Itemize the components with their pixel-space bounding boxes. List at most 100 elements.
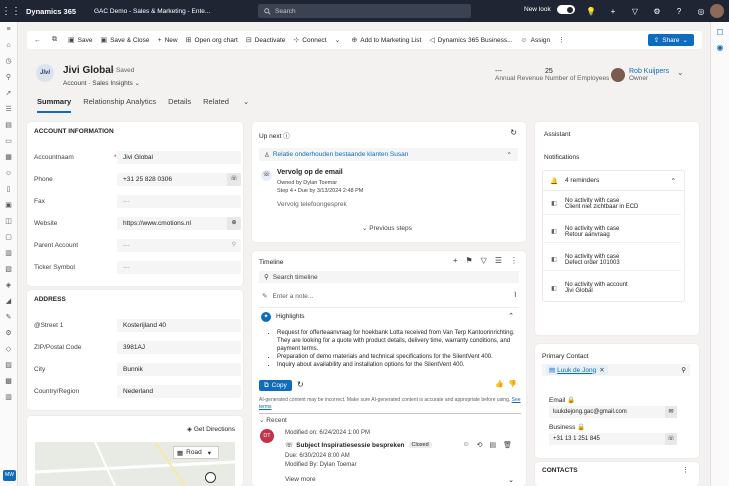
save-button[interactable]: ▣ Save xyxy=(68,36,92,45)
accounts-icon[interactable]: ▦ xyxy=(0,150,17,166)
list-icon[interactable]: ☰ xyxy=(495,256,502,265)
owner-field[interactable]: Rob Kuijpers Owner xyxy=(629,68,669,82)
filter-icon[interactable]: ▽ xyxy=(481,256,487,265)
card-icon[interactable]: ▭ xyxy=(0,134,17,150)
reminder-item[interactable]: ◧ No activity with case Defect order 10100… xyxy=(543,249,681,271)
info-icon[interactable]: ⓘ xyxy=(283,133,290,140)
more-dropdown-button[interactable]: ⌄ xyxy=(335,36,344,44)
trash-icon[interactable]: ▥ xyxy=(0,390,17,406)
document-icon[interactable]: ▯ xyxy=(0,182,17,198)
recent-group[interactable]: ⌄ Recent xyxy=(259,416,287,424)
filter-icon[interactable]: ▽ xyxy=(624,7,646,16)
timeline-search-input[interactable]: ⚲ Search timeline xyxy=(259,271,519,283)
leads-icon[interactable]: ▣ xyxy=(0,198,17,214)
copy-button[interactable]: ⧉ Copy xyxy=(259,380,292,391)
get-directions-link[interactable]: ◈ Get Directions xyxy=(187,425,235,433)
thumbs-up-icon[interactable]: 👍 xyxy=(495,380,504,388)
contacts-icon[interactable]: ☺ xyxy=(0,166,17,182)
business-card-button[interactable]: ◁ Dynamics 365 Business... xyxy=(429,36,512,45)
collapse-icon[interactable]: ⌃ xyxy=(508,312,514,320)
zip-input[interactable]: 3981AJ xyxy=(117,341,241,354)
reminder-item[interactable]: ◧ No activity with case Client niet zichtb… xyxy=(543,193,681,215)
business-phone-field[interactable]: +31 13 1 251 845 ☏ xyxy=(549,433,677,445)
recent-icon[interactable]: ◷ xyxy=(0,54,17,70)
app-name[interactable]: Dynamics 365 xyxy=(26,7,94,16)
products-icon[interactable]: ◇ xyxy=(0,342,17,358)
chat-icon[interactable]: ☐ xyxy=(711,28,729,37)
header-expand-icon[interactable]: ⌄ xyxy=(677,68,684,77)
owner-avatar[interactable] xyxy=(611,68,625,82)
search-icon[interactable]: ⚲ xyxy=(681,366,686,374)
reopen-icon[interactable]: ⟲ xyxy=(477,441,483,449)
bookmark-icon[interactable]: ⚑ xyxy=(466,256,473,265)
account-name-input[interactable]: Jivi Global xyxy=(117,151,241,164)
ticker-input[interactable]: --- xyxy=(117,261,241,274)
compass-icon[interactable] xyxy=(205,472,216,483)
tab-related[interactable]: Related ⌄ xyxy=(203,97,249,113)
phone-input[interactable]: +31 25 828 0306 ☏ xyxy=(117,173,241,186)
country-input[interactable]: Nederland xyxy=(117,385,241,398)
assign-icon[interactable]: ☺ xyxy=(462,441,469,449)
copilot-icon[interactable]: ◎ xyxy=(690,7,712,16)
help-icon[interactable]: ? xyxy=(668,7,690,16)
globe-icon[interactable]: ⊕ xyxy=(227,217,241,230)
phone-icon[interactable]: ☏ xyxy=(227,173,241,186)
insights-icon[interactable]: ◉ xyxy=(711,43,729,52)
home-icon[interactable]: ⌂ xyxy=(0,38,17,54)
tab-summary[interactable]: Summary xyxy=(37,97,72,113)
refresh-icon[interactable]: ↻ xyxy=(510,128,517,137)
connect-button[interactable]: ⊹ Connect xyxy=(293,36,326,45)
app-launcher-icon[interactable]: ⋮⋮ xyxy=(0,0,22,22)
city-input[interactable]: Bunnik xyxy=(117,363,241,376)
mail-icon[interactable]: ✉ xyxy=(665,406,677,418)
marketing-icon[interactable]: ◢ xyxy=(0,294,17,310)
more-icon[interactable]: ⋮ xyxy=(510,256,518,265)
view-more-link[interactable]: View more xyxy=(285,476,316,483)
share-button[interactable]: ⇪ Share ⌄ xyxy=(647,34,694,46)
attach-icon[interactable]: ⌇ xyxy=(514,291,517,299)
reminder-item[interactable]: ◧ No activity with account Jivi Global xyxy=(543,277,681,299)
delete-icon[interactable]: 🗑 xyxy=(503,441,512,449)
primary-contact-lookup[interactable]: ▤ Luuk de Jong ✕ ⚲ xyxy=(542,364,690,376)
add-icon[interactable]: + xyxy=(453,256,458,265)
assign-button[interactable]: ☺ Assign xyxy=(521,37,551,44)
quotes-icon[interactable]: ▢ xyxy=(0,230,17,246)
tab-details[interactable]: Details xyxy=(168,97,191,113)
orders-icon[interactable]: ▥ xyxy=(0,246,17,262)
save-close-button[interactable]: ▣ Save & Close xyxy=(100,36,149,45)
hamburger-icon[interactable]: ≡ xyxy=(0,22,17,38)
popout-button[interactable]: ⧉ xyxy=(52,36,60,44)
deactivate-button[interactable]: ⊟ Deactivate xyxy=(246,36,286,45)
settings-icon[interactable]: ⚙ xyxy=(0,326,17,342)
invoices-icon[interactable]: ▧ xyxy=(0,262,17,278)
rocket-icon[interactable]: ➚ xyxy=(0,86,17,102)
website-input[interactable]: https://www.cmotions.nl ⊕ xyxy=(117,217,241,230)
phone-icon[interactable]: ☏ xyxy=(665,433,677,445)
reminders-header[interactable]: 🔔 4 reminders ⌃ xyxy=(543,171,684,191)
opportunities-icon[interactable]: ◫ xyxy=(0,214,17,230)
environment-breadcrumb[interactable]: GAC Demo - Sales & Marketing - Ente... xyxy=(94,8,244,15)
clipboard-icon[interactable]: ▤ xyxy=(0,118,17,134)
overflow-button[interactable]: ⋮ xyxy=(558,36,568,44)
open-record-icon[interactable]: ▤ xyxy=(489,441,496,449)
list-icon[interactable]: ☰ xyxy=(0,102,17,118)
regenerate-icon[interactable]: ↻ xyxy=(297,380,304,389)
previous-steps-button[interactable]: ⌄ Previous steps xyxy=(362,224,412,232)
area-switcher[interactable]: MW xyxy=(3,470,16,481)
tools-icon[interactable]: ✎ xyxy=(0,310,17,326)
new-button[interactable]: + New xyxy=(157,37,177,44)
chevron-down-icon[interactable]: ⌄ xyxy=(508,476,514,484)
form-selector[interactable]: Sales Insights xyxy=(92,80,132,87)
reminder-item[interactable]: ◧ No activity with case Retour aanvraag xyxy=(543,221,681,243)
remove-icon[interactable]: ✕ xyxy=(599,366,604,374)
add-marketing-button[interactable]: ⊕ Add to Marketing List xyxy=(351,36,421,45)
step-title[interactable]: Vervolg op de email xyxy=(277,169,343,176)
competitors-icon[interactable]: ◈ xyxy=(0,278,17,294)
cases-icon[interactable]: ▩ xyxy=(0,374,17,390)
org-chart-button[interactable]: ⊞ Open org chart xyxy=(186,36,238,45)
tab-relationship-analytics[interactable]: Relationship Analytics xyxy=(83,97,156,113)
sequence-header[interactable]: ♙ Relatie onderhouden bestaande klanten S… xyxy=(259,148,518,161)
back-button[interactable]: ← xyxy=(34,37,44,44)
activity-subject[interactable]: ☏ Subject Inspiratiesessie bespreken Close… xyxy=(285,441,432,449)
more-icon[interactable]: ⋮ xyxy=(682,466,689,474)
